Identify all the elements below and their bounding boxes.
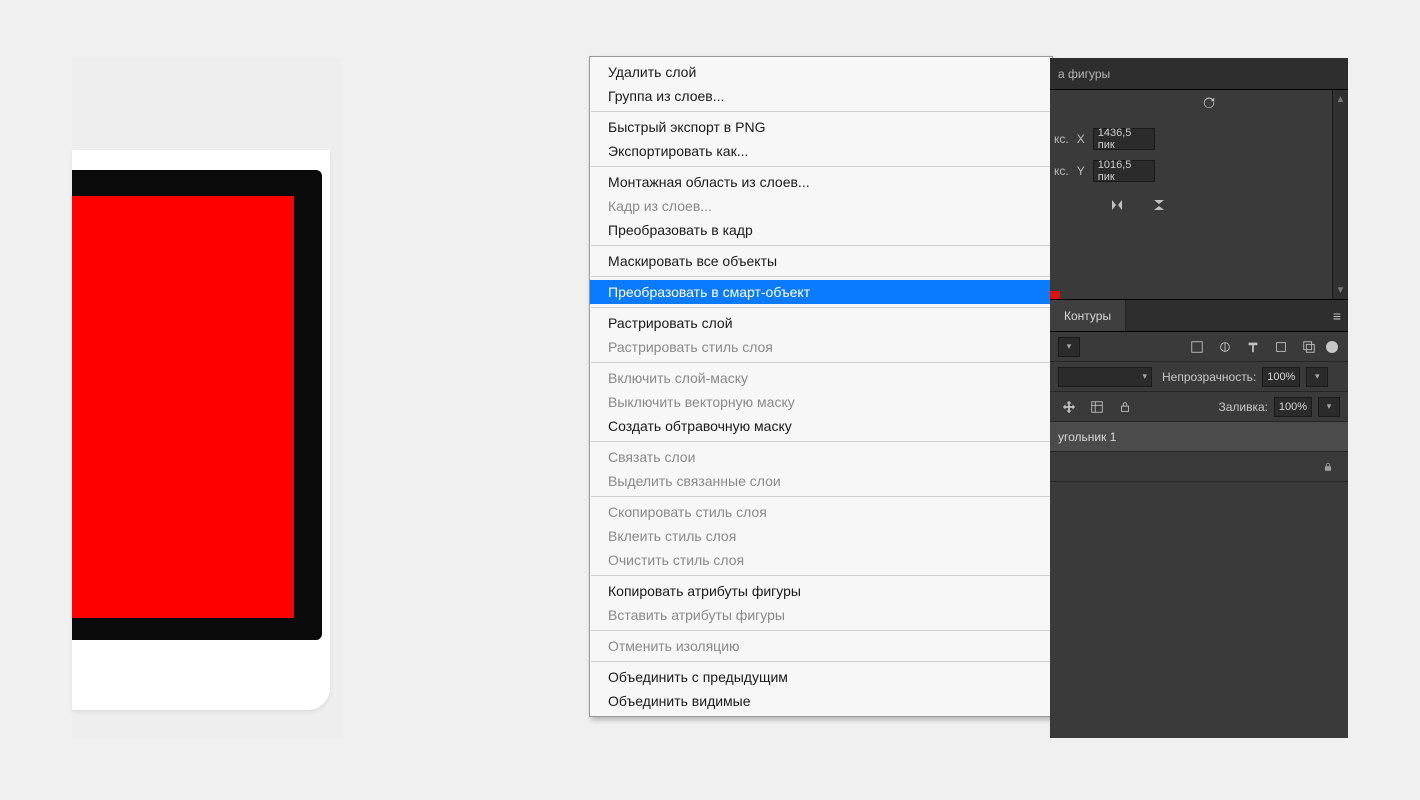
fill-value-input[interactable]: 100% bbox=[1274, 397, 1312, 417]
filter-pixel-icon[interactable] bbox=[1186, 336, 1208, 358]
context-menu-item: Кадр из слоев... bbox=[590, 194, 1052, 218]
filter-type-icon[interactable] bbox=[1242, 336, 1264, 358]
context-menu-item[interactable]: Маскировать все объекты bbox=[590, 249, 1052, 273]
context-menu-item: Растрировать стиль слоя bbox=[590, 335, 1052, 359]
context-menu-item[interactable]: Экспортировать как... bbox=[590, 139, 1052, 163]
context-menu-item[interactable]: Быстрый экспорт в PNG bbox=[590, 115, 1052, 139]
layer-filter-kind-select[interactable]: ▾ bbox=[1058, 337, 1080, 357]
panel-menu-icon[interactable]: ≡ bbox=[1333, 308, 1342, 324]
context-menu-item: Выделить связанные слои bbox=[590, 469, 1052, 493]
context-menu-item[interactable]: Преобразовать в кадр bbox=[590, 218, 1052, 242]
context-menu-item[interactable]: Создать обтравочную маску bbox=[590, 414, 1052, 438]
layer-filter-bar: ▾ bbox=[1050, 332, 1348, 362]
filter-toggle[interactable] bbox=[1326, 341, 1338, 353]
context-menu-separator bbox=[591, 276, 1051, 277]
y-position-input[interactable]: 1016,5 пик bbox=[1093, 160, 1155, 182]
context-menu-item: Скопировать стиль слоя bbox=[590, 500, 1052, 524]
filter-shape-icon[interactable] bbox=[1270, 336, 1292, 358]
properties-panel-body: кс. X 1436,5 пик кс. Y 1016,5 пик ▲ bbox=[1050, 90, 1348, 300]
y-label: Y bbox=[1077, 164, 1085, 178]
context-menu-item: Вклеить стиль слоя bbox=[590, 524, 1052, 548]
context-menu-item: Включить слой-маску bbox=[590, 366, 1052, 390]
reset-icon[interactable] bbox=[1200, 94, 1218, 112]
lock-move-icon[interactable] bbox=[1058, 396, 1080, 418]
layers-panel-body: ▾ ▾ Непрозрачность: 100% bbox=[1050, 332, 1348, 738]
layer-blend-row: ▾ Непрозрачность: 100% ▾ bbox=[1050, 362, 1348, 392]
context-menu-separator bbox=[591, 441, 1051, 442]
properties-panel-header: а фигуры bbox=[1050, 58, 1348, 90]
context-menu-separator bbox=[591, 111, 1051, 112]
x-position-input[interactable]: 1436,5 пик bbox=[1093, 128, 1155, 150]
context-menu-item: Выключить векторную маску bbox=[590, 390, 1052, 414]
context-menu-item[interactable]: Объединить с предыдущим bbox=[590, 665, 1052, 689]
context-menu-item[interactable]: Растрировать слой bbox=[590, 311, 1052, 335]
context-menu-separator bbox=[591, 661, 1051, 662]
lock-artboard-icon[interactable] bbox=[1086, 396, 1108, 418]
fill-dropdown-icon[interactable]: ▾ bbox=[1318, 397, 1340, 417]
context-menu-item[interactable]: Преобразовать в смарт-объект bbox=[590, 280, 1052, 304]
lock-icon bbox=[1322, 461, 1334, 473]
context-menu-item: Очистить стиль слоя bbox=[590, 548, 1052, 572]
panel-dock: а фигуры кс. X 1436,5 пик кс. Y 1016,5 п… bbox=[1050, 58, 1348, 738]
opacity-dropdown-icon[interactable]: ▾ bbox=[1306, 367, 1328, 387]
lock-all-icon[interactable] bbox=[1114, 396, 1136, 418]
context-menu-separator bbox=[591, 362, 1051, 363]
paths-panel-header: Контуры ≡ bbox=[1050, 300, 1348, 332]
opacity-value-input[interactable]: 100% bbox=[1262, 367, 1300, 387]
flip-horizontal-icon[interactable] bbox=[1106, 194, 1128, 216]
layer-row-active[interactable]: угольник 1 bbox=[1050, 422, 1348, 452]
context-menu-separator bbox=[591, 575, 1051, 576]
context-menu-item: Вставить атрибуты фигуры bbox=[590, 603, 1052, 627]
unit-suffix: кс. bbox=[1054, 164, 1069, 178]
unit-suffix: кс. bbox=[1054, 132, 1069, 146]
context-menu-separator bbox=[591, 245, 1051, 246]
layer-name: угольник 1 bbox=[1058, 430, 1116, 444]
context-menu-item[interactable]: Удалить слой bbox=[590, 60, 1052, 84]
flip-vertical-icon[interactable] bbox=[1148, 194, 1170, 216]
fill-swatch[interactable] bbox=[1050, 291, 1060, 299]
context-menu-item[interactable]: Монтажная область из слоев... bbox=[590, 170, 1052, 194]
scroll-down-icon[interactable]: ▼ bbox=[1333, 281, 1348, 299]
layer-row-background[interactable] bbox=[1050, 452, 1348, 482]
context-menu-item: Связать слои bbox=[590, 445, 1052, 469]
context-menu-item[interactable]: Объединить видимые bbox=[590, 689, 1052, 713]
blend-mode-select[interactable]: ▾ bbox=[1058, 367, 1152, 387]
context-menu-separator bbox=[591, 307, 1051, 308]
layer-context-menu: Удалить слойГруппа из слоев... Быстрый эк… bbox=[589, 56, 1053, 717]
opacity-label: Непрозрачность: bbox=[1162, 370, 1256, 384]
filter-adjustment-icon[interactable] bbox=[1214, 336, 1236, 358]
fill-label: Заливка: bbox=[1218, 400, 1268, 414]
scroll-up-icon[interactable]: ▲ bbox=[1333, 90, 1348, 108]
shape-rectangle[interactable] bbox=[72, 196, 294, 618]
tab-paths[interactable]: Контуры bbox=[1050, 300, 1126, 331]
layer-lock-row: Заливка: 100% ▾ bbox=[1050, 392, 1348, 422]
context-menu-item[interactable]: Группа из слоев... bbox=[590, 84, 1052, 108]
context-menu-separator bbox=[591, 630, 1051, 631]
x-label: X bbox=[1077, 132, 1085, 146]
context-menu-item: Отменить изоляцию bbox=[590, 634, 1052, 658]
properties-panel-title-partial: а фигуры bbox=[1058, 67, 1110, 81]
context-menu-item[interactable]: Копировать атрибуты фигуры bbox=[590, 579, 1052, 603]
context-menu-separator bbox=[591, 496, 1051, 497]
filter-smartobject-icon[interactable] bbox=[1298, 336, 1320, 358]
properties-scrollbar[interactable]: ▲ ▼ bbox=[1332, 90, 1348, 299]
context-menu-separator bbox=[591, 166, 1051, 167]
